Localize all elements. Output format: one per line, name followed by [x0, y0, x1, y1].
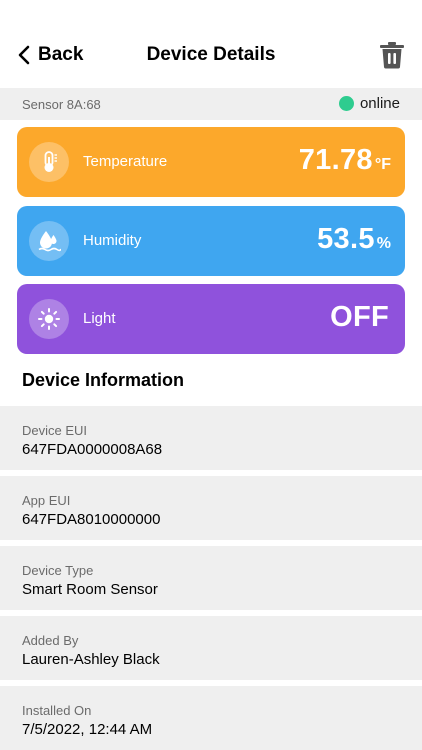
installed-on-label: Installed On	[22, 703, 92, 718]
light-state: OFF	[330, 301, 389, 333]
status-dot	[338, 96, 354, 111]
water-drop-icon	[29, 221, 69, 261]
trash-icon	[380, 42, 404, 69]
device-type-row: Device Type Smart Room Sensor	[0, 546, 422, 610]
sun-icon	[29, 299, 69, 339]
added-by-row: Added By Lauren-Ashley Black	[0, 616, 422, 680]
device-eui-row: Device EUI 647FDA0000008A68	[0, 406, 422, 470]
temperature-value: 71.78 °F	[299, 144, 391, 177]
humidity-value: 53.5 %	[317, 223, 391, 256]
back-button[interactable]: Back	[18, 40, 83, 70]
light-label: Light	[83, 310, 116, 327]
app-eui-label: App EUI	[22, 493, 71, 508]
device-eui-label: Device EUI	[22, 423, 88, 438]
connection-status: online	[338, 95, 400, 112]
installed-on-row: Installed On 7/5/2022, 12:44 AM	[0, 686, 422, 750]
installed-on-value: 7/5/2022, 12:44 AM	[22, 721, 153, 738]
temperature-card[interactable]: Temperature 71.78 °F	[17, 127, 405, 197]
device-info-heading: Device Information	[22, 370, 185, 390]
device-type-value: Smart Room Sensor	[22, 581, 158, 598]
added-by-value: Lauren-Ashley Black	[22, 651, 160, 668]
humidity-number: 53.5	[317, 223, 375, 255]
navigation-bar: Back Device Details	[0, 0, 422, 88]
app-eui-value: 647FDA8010000000	[22, 511, 161, 528]
status-text: online	[359, 95, 400, 112]
device-type-label: Device Type	[22, 563, 94, 578]
temperature-unit: °F	[374, 156, 391, 173]
thermometer-icon	[29, 142, 69, 182]
humidity-card[interactable]: Humidity 53.5 %	[17, 206, 405, 276]
delete-button[interactable]	[379, 41, 405, 69]
humidity-label: Humidity	[83, 232, 142, 249]
humidity-unit: %	[376, 235, 391, 252]
app-eui-row: App EUI 647FDA8010000000	[0, 476, 422, 540]
device-eui-value: 647FDA0000008A68	[22, 441, 163, 458]
temperature-label: Temperature	[83, 153, 168, 170]
light-card[interactable]: Light OFF	[17, 284, 405, 354]
temperature-number: 71.78	[298, 144, 373, 176]
light-value: OFF	[330, 301, 391, 334]
chevron-left-icon	[18, 45, 30, 65]
back-label: Back	[38, 44, 84, 65]
sensor-name: Sensor 8A:68	[22, 97, 101, 112]
sensor-status-bar: Sensor 8A:68 online	[0, 88, 422, 120]
added-by-label: Added By	[22, 633, 79, 648]
